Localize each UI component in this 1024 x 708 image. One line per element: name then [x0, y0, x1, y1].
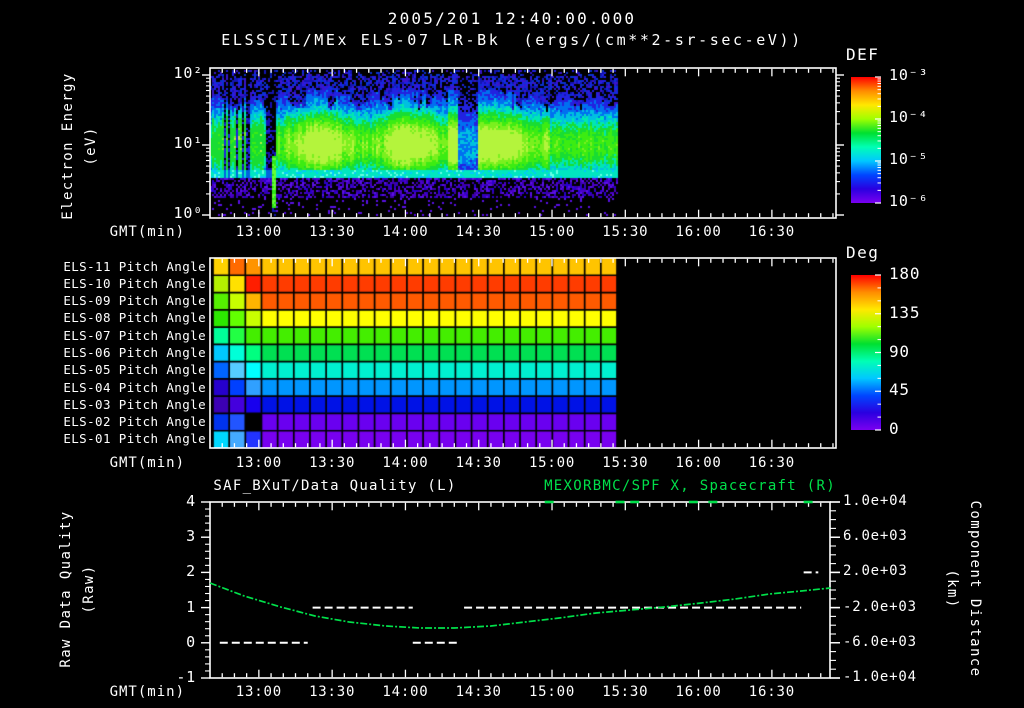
left-y-tick-label: 2: [186, 562, 196, 581]
right-y-tick-label: 1.0e+04: [843, 493, 908, 509]
pitch-row-label: ELS-04 Pitch Angle: [63, 379, 206, 395]
x-tick-label: 15:30: [602, 455, 649, 471]
pitch-row-label: ELS-11 Pitch Angle: [63, 258, 206, 274]
component-distance-label-line1: Component Distance: [967, 500, 983, 678]
colorbar-tick-label: 90: [889, 341, 910, 361]
bottom-right-y-axis-label: Component Distance (km): [940, 479, 986, 699]
raw-quality-label-line2: (Raw): [81, 564, 97, 614]
electron-energy-spectrogram: [210, 68, 836, 218]
x-tick-label: 13:00: [235, 455, 282, 471]
left-y-tick-label: 1: [186, 597, 196, 616]
right-y-tick-label: 2.0e+03: [843, 563, 908, 580]
left-y-tick-label: -1: [176, 668, 196, 686]
right-y-tick-label: 6.0e+03: [843, 528, 908, 545]
x-tick-label: 13:00: [235, 224, 282, 240]
right-y-tick-label: -6.0e+03: [843, 633, 917, 650]
x-tick-label: 14:00: [382, 455, 429, 471]
colorbar-tick-label: 10⁻⁶: [889, 192, 929, 210]
left-y-tick-label: 0: [186, 632, 196, 651]
x-tick-label: 16:00: [675, 684, 722, 700]
y-label-line2: (eV): [83, 126, 99, 166]
x-tick-label: 14:30: [455, 684, 502, 700]
deg-colorbar: [851, 275, 881, 430]
raw-quality-label-line1: Raw Data Quality: [58, 510, 74, 668]
x-tick-label: 16:00: [675, 455, 722, 471]
colorbar-tick-label: 10⁻³: [889, 66, 929, 84]
x-tick-label: 15:30: [602, 684, 649, 700]
y-tick-label: 10¹: [173, 134, 203, 152]
gmt-label-pitch: GMT(min): [109, 455, 185, 471]
component-distance-label-line2: (km): [944, 569, 960, 609]
pitch-row-label: ELS-10 Pitch Angle: [63, 275, 206, 291]
colorbar-tick-label: 45: [889, 380, 910, 400]
right-y-tick-label: -1.0e+04: [843, 669, 917, 685]
pitch-row-label: ELS-06 Pitch Angle: [63, 345, 206, 360]
def-colorbar: [851, 77, 881, 203]
pitch-row-label: ELS-07 Pitch Angle: [63, 327, 206, 343]
bottom-frame: [209, 501, 831, 679]
y-label-line1: Electron Energy: [60, 72, 76, 220]
bottom-title-left: SAF_BXuT/Data Quality (L): [213, 478, 457, 494]
x-tick-label: 15:30: [602, 224, 649, 240]
spectrogram-y-axis-label: Electron Energy (eV): [57, 36, 103, 256]
pitch-row-label: ELS-02 Pitch Angle: [63, 414, 206, 430]
x-tick-label: 13:30: [309, 224, 356, 240]
x-tick-label: 15:00: [528, 224, 576, 240]
gmt-label-spectrogram: GMT(min): [109, 224, 185, 240]
x-tick-label: 13:00: [235, 684, 282, 700]
spacecraft-x-curve: [209, 582, 831, 629]
y-tick-label: 10²: [173, 64, 203, 82]
bottom-title-right: MEXORBMC/SPF X, Spacecraft (R): [544, 478, 836, 494]
x-tick-label: 16:00: [675, 224, 722, 240]
pitch-angle-heatmap: [210, 258, 836, 448]
def-colorbar-title: DEF: [846, 45, 880, 64]
gmt-label-bottom: GMT(min): [109, 684, 185, 700]
x-tick-label: 16:30: [748, 455, 795, 471]
x-tick-label: 14:00: [382, 224, 429, 240]
x-tick-label: 16:30: [748, 684, 795, 700]
pitch-row-label: ELS-08 Pitch Angle: [63, 310, 206, 326]
x-tick-label: 14:30: [455, 455, 502, 471]
y-tick-label: 10⁰: [173, 204, 203, 222]
pitch-row-label: ELS-03 Pitch Angle: [63, 396, 206, 412]
left-y-tick-label: 4: [186, 492, 196, 510]
pitch-row-label: ELS-09 Pitch Angle: [63, 293, 206, 309]
x-tick-label: 15:00: [528, 455, 576, 471]
x-tick-label: 13:30: [309, 684, 356, 700]
x-tick-label: 15:00: [528, 684, 576, 700]
x-tick-label: 13:30: [309, 455, 356, 471]
colorbar-tick-label: 0: [889, 419, 900, 438]
bottom-left-y-axis-label: Raw Data Quality (Raw): [55, 479, 101, 699]
x-tick-label: 16:30: [748, 224, 795, 240]
deg-colorbar-title: Deg: [846, 243, 880, 262]
pitch-row-label: ELS-05 Pitch Angle: [63, 362, 206, 378]
colorbar-tick-label: 10⁻⁵: [889, 150, 929, 168]
colorbar-tick-label: 10⁻⁴: [889, 108, 929, 126]
colorbar-tick-label: 135: [889, 302, 921, 322]
els-quicklook-display: 2005/201 12:40:00.000 ELSSCIL/MEx ELS-07…: [0, 0, 1024, 708]
left-y-tick-label: 3: [186, 527, 196, 546]
x-tick-label: 14:30: [455, 224, 502, 240]
colorbar-tick-label: 180: [889, 264, 921, 283]
pitch-row-label: ELS-01 Pitch Angle: [63, 431, 206, 447]
right-y-tick-label: -2.0e+03: [843, 598, 917, 615]
page-title: 2005/201 12:40:00.000: [387, 9, 637, 28]
x-tick-label: 14:00: [382, 684, 429, 700]
